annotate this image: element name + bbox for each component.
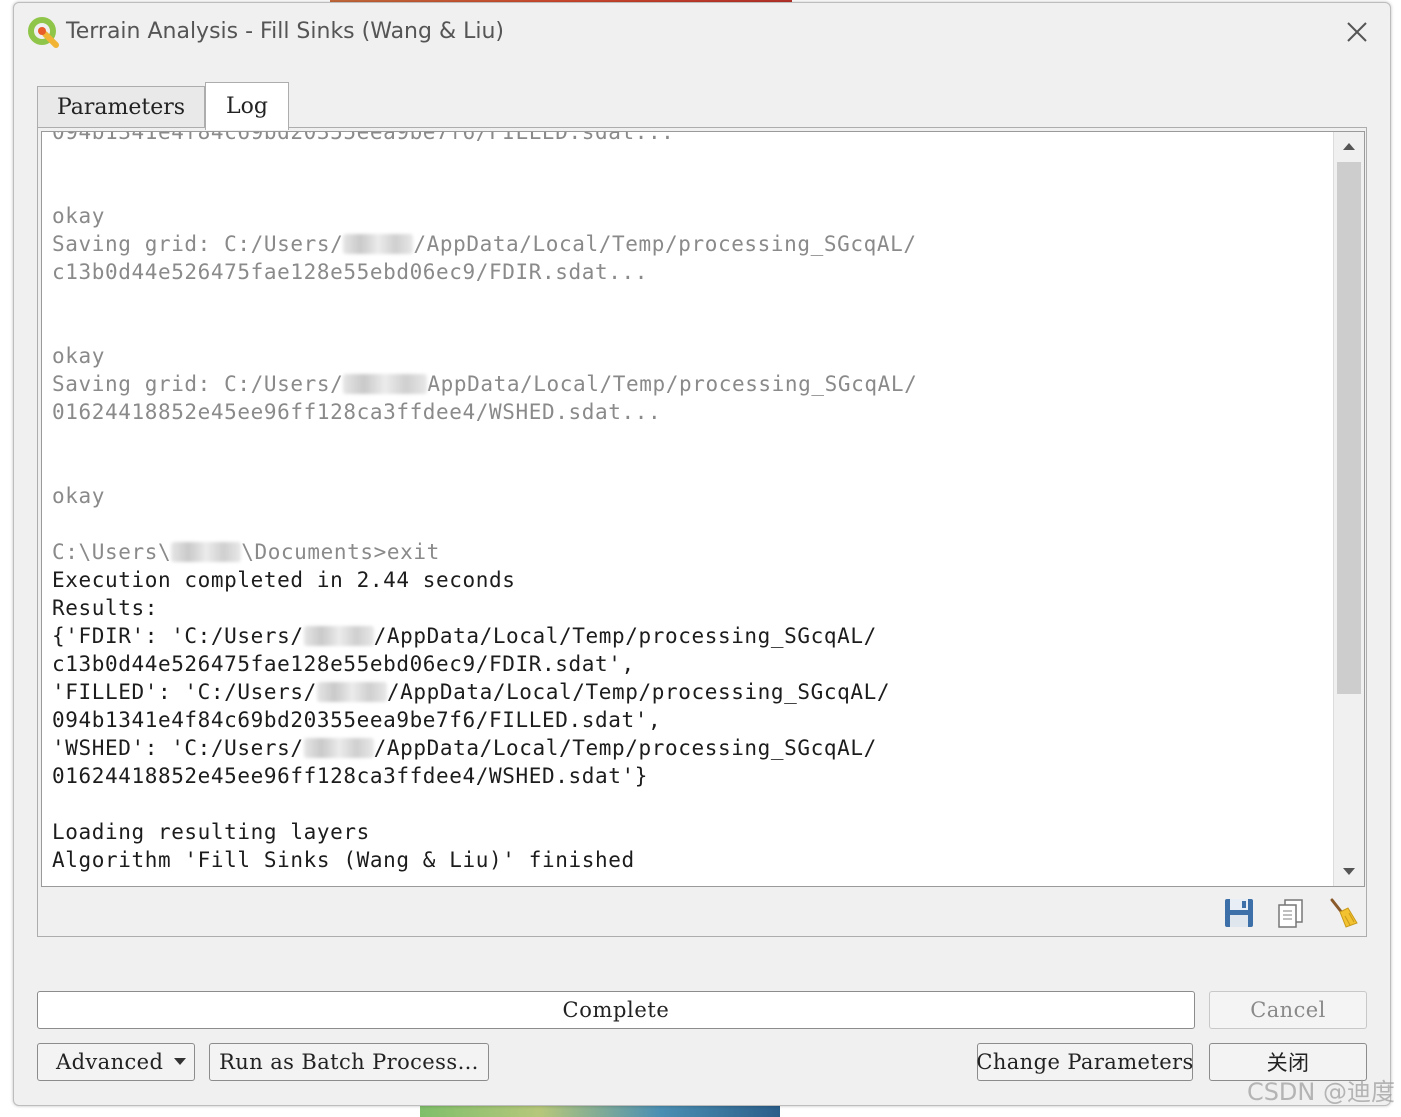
log-text-segment: Algorithm 'Fill Sinks (Wang & Liu)' fini… — [52, 848, 635, 872]
change-parameters-button[interactable]: Change Parameters — [976, 1043, 1193, 1081]
log-text-segment: 094b1341e4f84c69bd20355eea9be7f6/FILLED.… — [52, 131, 675, 144]
tab-log[interactable]: Log — [205, 82, 289, 130]
log-text-segment: 01624418852e45ee96ff128ca3ffdee4/WSHED.s… — [52, 764, 648, 788]
progress-label: Complete — [562, 998, 670, 1022]
log-line: Saving grid: C:/Users/ /AppData/Local/Tem… — [52, 230, 1332, 258]
progress-bar: Complete — [37, 991, 1195, 1029]
log-line: Execution completed in 2.44 seconds — [52, 566, 1332, 594]
title-bar[interactable]: Terrain Analysis - Fill Sinks (Wang & Li… — [14, 3, 1390, 61]
log-line: Results: — [52, 594, 1332, 622]
log-text-segment: {'FDIR': 'C:/Users/ — [52, 624, 304, 648]
log-text-segment: /AppData/Local/Temp/processing_SGcqAL/ — [373, 736, 877, 760]
scrollbar-thumb[interactable] — [1337, 162, 1361, 694]
vertical-scrollbar[interactable] — [1333, 132, 1364, 886]
dropdown-arrow-icon — [174, 1058, 186, 1065]
log-line: okay — [52, 202, 1332, 230]
log-line: {'FDIR': 'C:/Users/ /AppData/Local/Temp/p… — [52, 622, 1332, 650]
watermark: CSDN @迪度 — [1246, 1078, 1395, 1106]
redacted-username — [343, 374, 428, 394]
redacted-username — [343, 234, 414, 254]
log-text-segment: okay — [52, 344, 105, 368]
window-title: Terrain Analysis - Fill Sinks (Wang & Li… — [66, 19, 504, 44]
log-text-segment: c13b0d44e526475fae128e55ebd06ec9/FDIR.sd… — [52, 652, 635, 676]
advanced-label: Advanced — [56, 1050, 164, 1074]
log-text-segment: C:\Users\ — [52, 540, 172, 564]
log-line: Algorithm 'Fill Sinks (Wang & Liu)' fini… — [52, 846, 1332, 874]
redacted-username — [171, 542, 242, 562]
log-text-segment: c13b0d44e526475fae128e55ebd06ec9/FDIR.sd… — [52, 260, 648, 284]
log-text-segment: 01624418852e45ee96ff128ca3ffdee4/WSHED.s… — [52, 400, 662, 424]
scroll-up-button[interactable] — [1334, 132, 1364, 160]
log-text-segment: /AppData/Local/Temp/processing_SGcqAL/ — [386, 680, 891, 704]
redacted-username — [303, 738, 374, 758]
log-line: okay — [52, 482, 1332, 510]
close-icon[interactable] — [1340, 15, 1374, 49]
log-text-segment: okay — [52, 204, 105, 228]
log-text-segment: Saving grid: C:/Users/ — [52, 372, 344, 396]
run-as-batch-button[interactable]: Run as Batch Process… — [209, 1043, 489, 1081]
log-line: 094b1341e4f84c69bd20355eea9be7f6/FILLED.… — [52, 706, 1332, 734]
log-text-segment: Execution completed in 2.44 seconds — [52, 568, 516, 592]
log-line: 'FILLED': 'C:/Users/ /AppData/Local/Temp/… — [52, 678, 1332, 706]
log-text-segment: 'WSHED': 'C:/Users/ — [52, 736, 304, 760]
log-content: 094b1341e4f84c69bd20355eea9be7f6/FILLED.… — [52, 131, 1332, 874]
arrow-up-icon — [1343, 143, 1355, 150]
log-text-segment: \Documents>exit — [241, 540, 440, 564]
log-line: Loading resulting layers — [52, 818, 1332, 846]
redacted-username — [303, 626, 374, 646]
advanced-button[interactable]: Advanced — [37, 1043, 195, 1081]
save-icon[interactable] — [1222, 896, 1256, 930]
log-line: 01624418852e45ee96ff128ca3ffdee4/WSHED.s… — [52, 762, 1332, 790]
log-line: Saving grid: C:/Users/AppData/Local/Temp… — [52, 370, 1332, 398]
log-line: C:\Users\ \Documents>exit — [52, 538, 1332, 566]
log-line: 01624418852e45ee96ff128ca3ffdee4/WSHED.s… — [52, 398, 1332, 426]
log-line: c13b0d44e526475fae128e55ebd06ec9/FDIR.sd… — [52, 258, 1332, 286]
log-text-segment: Loading resulting layers — [52, 820, 370, 844]
log-text-segment: okay — [52, 484, 105, 508]
scroll-down-button[interactable] — [1334, 858, 1364, 886]
log-line: 094b1341e4f84c69bd20355eea9be7f6/FILLED.… — [52, 131, 1332, 146]
algorithm-dialog: Terrain Analysis - Fill Sinks (Wang & Li… — [13, 2, 1391, 1106]
log-line: 'WSHED': 'C:/Users/ /AppData/Local/Temp/p… — [52, 734, 1332, 762]
log-text-segment: Results: — [52, 596, 158, 620]
arrow-down-icon — [1343, 868, 1355, 875]
log-line: c13b0d44e526475fae128e55ebd06ec9/FDIR.sd… — [52, 650, 1332, 678]
log-text-segment: 'FILLED': 'C:/Users/ — [52, 680, 317, 704]
log-text-segment: Saving grid: C:/Users/ — [52, 232, 344, 256]
tab-parameters[interactable]: Parameters — [37, 86, 205, 128]
log-line: okay — [52, 342, 1332, 370]
redacted-username — [316, 682, 387, 702]
log-text-area[interactable]: 094b1341e4f84c69bd20355eea9be7f6/FILLED.… — [41, 131, 1365, 887]
log-text-segment: 094b1341e4f84c69bd20355eea9be7f6/FILLED.… — [52, 708, 662, 732]
log-text-segment: /AppData/Local/Temp/processing_SGcqAL/ — [413, 232, 917, 256]
cancel-button[interactable]: Cancel — [1209, 991, 1367, 1029]
copy-icon[interactable] — [1274, 896, 1308, 930]
log-tab-panel: 094b1341e4f84c69bd20355eea9be7f6/FILLED.… — [37, 127, 1367, 937]
clear-broom-icon[interactable] — [1326, 896, 1360, 930]
log-text-segment: /AppData/Local/Temp/processing_SGcqAL/ — [373, 624, 877, 648]
qgis-logo-icon — [28, 17, 59, 48]
log-text-segment: AppData/Local/Temp/processing_SGcqAL/ — [427, 372, 918, 396]
